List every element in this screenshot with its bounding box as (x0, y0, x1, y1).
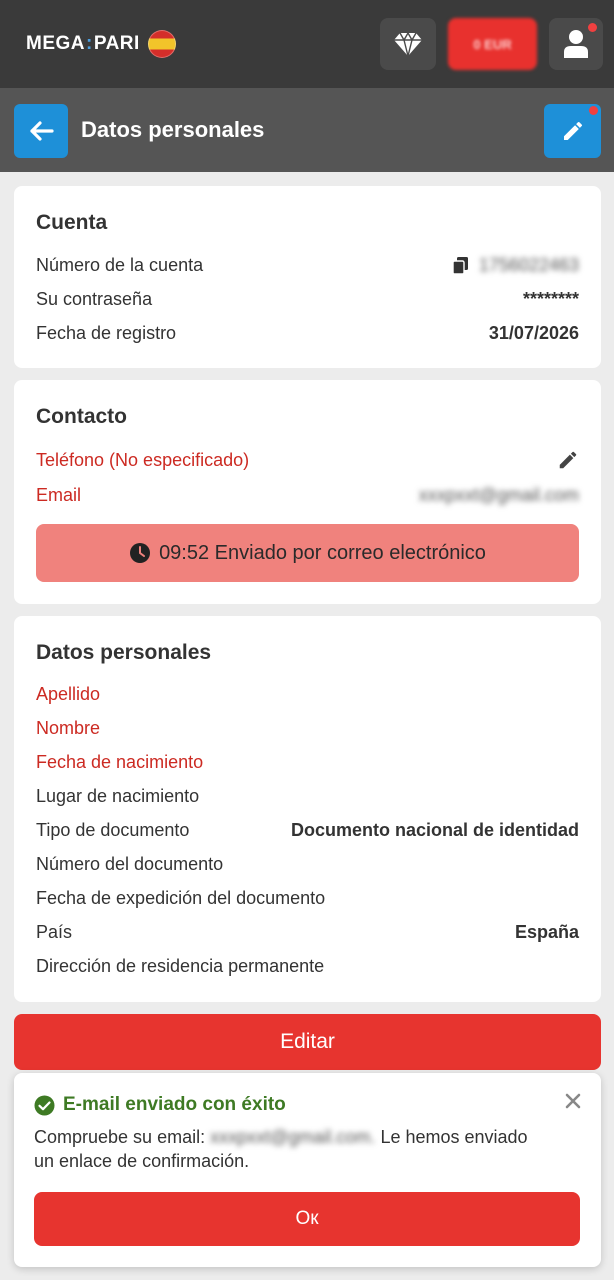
notification-dot (589, 106, 598, 115)
account-card: Cuenta Número de la cuenta 1756022463 Su… (14, 186, 601, 368)
copy-icon[interactable] (452, 256, 469, 275)
edit-button[interactable]: Editar (14, 1014, 601, 1070)
document-number-row: Número del documento (36, 852, 579, 876)
edit-profile-button[interactable] (544, 104, 601, 158)
notification-dot (588, 23, 597, 32)
registration-date-value: 31/07/2026 (488, 322, 579, 343)
balance-value: 0 EUR (473, 36, 512, 52)
page-header: Datos personales (0, 88, 614, 172)
toast-close-button[interactable] (561, 1089, 585, 1113)
country-row: País España (36, 920, 579, 944)
megapari-logo[interactable]: MEGA:PARI (26, 30, 176, 58)
password-label: Su contraseña (36, 288, 153, 309)
permanent-address-row: Dirección de residencia permanente (36, 954, 579, 978)
registration-date-label: Fecha de registro (36, 322, 177, 343)
close-icon (565, 1093, 581, 1109)
contact-title: Contacto (36, 405, 127, 428)
birth-place-label: Lugar de nacimiento (36, 785, 200, 806)
account-number-value: 1756022463 (478, 254, 579, 275)
email-sent-toast: E-mail enviado con éxito Compruebe su em… (14, 1073, 601, 1267)
email-value: xxxpxxt@gmail.com (418, 484, 579, 505)
clock-icon (130, 543, 151, 563)
document-type-row: Tipo de documento Documento nacional de … (36, 818, 579, 842)
document-issue-date-label: Fecha de expedición del documento (36, 887, 326, 908)
toast-title-text: E-mail enviado con éxito (63, 1094, 286, 1115)
document-issue-date-row: Fecha de expedición del documento (36, 886, 579, 910)
diamond-icon (394, 31, 422, 57)
logo-text: MEGA:PARI (26, 33, 140, 54)
contact-card: Contacto Teléfono (No especificado) Emai… (14, 380, 601, 604)
registration-date-row: Fecha de registro 31/07/2026 (36, 321, 579, 345)
account-number-label: Número de la cuenta (36, 254, 204, 275)
country-label: País (36, 921, 73, 942)
phone-row[interactable]: Teléfono (No especificado) (36, 448, 579, 472)
country-value: España (514, 921, 579, 942)
birth-place-row: Lugar de nacimiento (36, 784, 579, 808)
email-sent-status: 09:52 Enviado por correo electrónico (36, 524, 579, 582)
back-button[interactable] (14, 104, 68, 158)
document-type-value: Documento nacional de identidad (290, 819, 579, 840)
birth-date-label: Fecha de nacimiento (36, 751, 204, 772)
account-title: Cuenta (36, 211, 108, 234)
check-circle-icon (34, 1095, 55, 1115)
page-title: Datos personales (81, 117, 265, 142)
toast-message: Compruebe su email: xxxpxxt@gmail.com. L… (34, 1127, 528, 1171)
toast-email: xxxpxxt@gmail.com. (210, 1127, 376, 1147)
spain-flag-icon (147, 30, 176, 58)
pencil-icon (563, 121, 582, 140)
personal-data-card: Datos personales Apellido Nombre Fecha d… (14, 616, 601, 1002)
balance-button[interactable]: 0 EUR (448, 18, 537, 70)
document-number-label: Número del documento (36, 853, 224, 874)
email-sent-text: 09:52 Enviado por correo electrónico (159, 541, 486, 564)
user-profile-button[interactable] (549, 18, 603, 70)
vip-diamond-button[interactable] (380, 18, 436, 70)
user-icon (564, 30, 588, 58)
email-row: Email xxxpxxt@gmail.com (36, 483, 579, 507)
birth-date-row: Fecha de nacimiento (36, 750, 579, 774)
surname-label: Apellido (36, 683, 101, 704)
account-number-row: Número de la cuenta 1756022463 (36, 253, 579, 277)
top-bar: MEGA:PARI 0 EUR (0, 0, 614, 88)
email-label: Email (36, 484, 82, 505)
arrow-left-icon (30, 121, 54, 141)
toast-title: E-mail enviado con éxito (34, 1094, 286, 1116)
name-label: Nombre (36, 717, 101, 738)
personal-data-title: Datos personales (36, 641, 212, 664)
permanent-address-label: Dirección de residencia permanente (36, 955, 325, 976)
document-type-label: Tipo de documento (36, 819, 190, 840)
surname-row: Apellido (36, 682, 579, 706)
pencil-icon[interactable] (557, 449, 579, 471)
password-row: Su contraseña ******** (36, 287, 579, 311)
toast-ok-button[interactable]: Ок (34, 1192, 580, 1246)
phone-label: Teléfono (No especificado) (36, 449, 250, 470)
password-value: ******** (522, 288, 579, 309)
name-row: Nombre (36, 716, 579, 740)
